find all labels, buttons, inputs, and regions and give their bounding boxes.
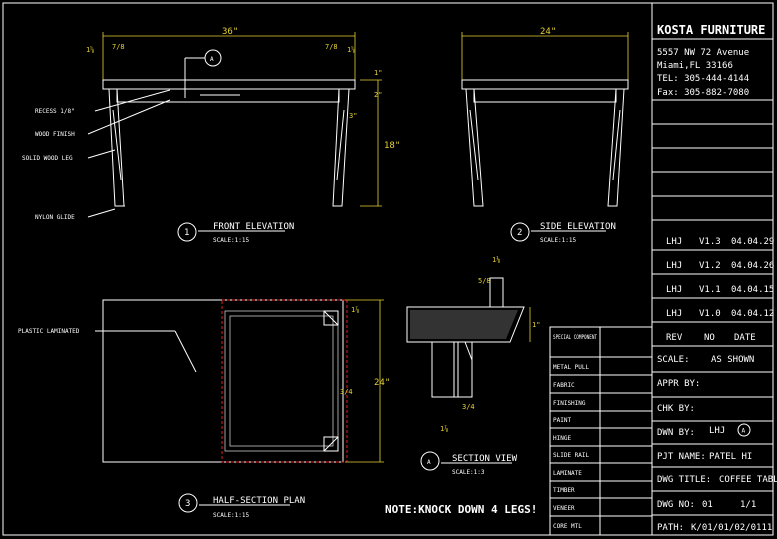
material-item: CORE MTL — [553, 523, 582, 530]
front-width-dim: 36" — [222, 27, 238, 37]
drawer-mark: A — [742, 428, 746, 435]
cad-drawing: KOSTA FURNITURE 5557 NW 72 Avenue Miami,… — [2, 2, 777, 536]
svg-text:1⅝: 1⅝ — [86, 46, 94, 54]
rev-date: 04.04.29 — [731, 237, 774, 247]
label-wood-finish: WOOD FINISH — [35, 131, 75, 138]
front-h3-dim: 3" — [349, 112, 357, 120]
section-view: 1" 1⅛ 5/8 3/4 1⅞ A SECTION VIEW SCALE:1:… — [406, 255, 540, 476]
svg-text:1⅝: 1⅝ — [347, 46, 355, 54]
company-name: KOSTA FURNITURE — [657, 23, 765, 37]
rev-ver: V1.0 — [699, 309, 721, 319]
front-elevation: 36" 1⅝ 7/8 7/8 1⅝ 18" 1" 2" 3" A RECESS … — [22, 27, 400, 244]
rev-by: LHJ — [666, 237, 682, 247]
front-h2-dim: 2" — [374, 91, 382, 99]
section-thickness-dim: 1" — [532, 321, 540, 329]
material-item: SLIDE RAIL — [553, 452, 590, 459]
material-item: FABRIC — [553, 382, 575, 389]
side-elevation: 24" 2 SIDE ELEVATION SCALE:1:15 — [461, 27, 629, 244]
rev-header-no: NO — [704, 333, 715, 343]
rev-by: LHJ — [666, 285, 682, 295]
title-value: COFFEE TABLE — [719, 475, 777, 485]
appr-label: APPR BY: — [657, 379, 700, 389]
front-h1-dim: 1" — [374, 69, 382, 77]
side-table-top — [461, 79, 629, 90]
material-item: LAMINATE — [553, 470, 582, 477]
company-address-2: Miami,FL 33166 — [657, 61, 733, 71]
material-item: PAINT — [553, 417, 571, 424]
sheet-value: 1/1 — [740, 500, 756, 510]
material-item: VENEER — [553, 505, 575, 512]
section-callout: A — [210, 56, 214, 63]
svg-text:3/4: 3/4 — [462, 403, 475, 411]
material-item: METAL PULL — [553, 364, 590, 371]
scale-label: SCALE: — [657, 355, 690, 365]
plan-view-number: 3 — [185, 499, 190, 509]
plan-depth-dim: 24" — [374, 378, 390, 388]
path-label: PATH: — [657, 523, 684, 533]
half-section-plan: 24" 1⅞ 3/4 PLASTIC LAMINATED 3 HALF-SECT… — [18, 299, 390, 519]
rev-by: LHJ — [666, 309, 682, 319]
svg-text:7/8: 7/8 — [325, 43, 338, 51]
company-fax: Fax: 305-882-7080 — [657, 88, 749, 98]
scale-value: AS SHOWN — [711, 355, 754, 365]
plan-label: PLASTIC LAMINATED — [18, 328, 80, 335]
section-view-scale: SCALE:1:3 — [452, 469, 485, 476]
dwn-value: LHJ — [709, 426, 725, 436]
path-value: K/01/01/02/0111 — [691, 523, 772, 533]
dwn-label: DWN BY: — [657, 428, 695, 438]
svg-text:1⅛: 1⅛ — [492, 255, 500, 264]
rev-ver: V1.3 — [699, 237, 721, 247]
title-label: DWG TITLE: — [657, 475, 711, 485]
material-item: HINGE — [553, 435, 571, 442]
side-apron — [473, 88, 617, 103]
plan-outline — [102, 299, 344, 463]
label-recess: RECESS 1/8" — [35, 108, 75, 115]
chk-label: CHK BY: — [657, 404, 695, 414]
rev-header-date: DATE — [734, 333, 756, 343]
front-height-dim: 18" — [384, 141, 400, 151]
revision-table: LHJ V1.3 04.04.29 LHJ V1.2 04.04.26 LHJ … — [652, 237, 774, 347]
svg-text:5/8: 5/8 — [478, 277, 491, 285]
pjt-label: PJT NAME: — [657, 452, 706, 462]
front-view-scale: SCALE:1:15 — [213, 237, 250, 244]
company-tel: TEL: 305-444-4144 — [657, 74, 749, 84]
label-leg: SOLID WOOD LEG — [22, 155, 73, 162]
title-block: KOSTA FURNITURE 5557 NW 72 Avenue Miami,… — [652, 23, 777, 533]
leg-right — [332, 88, 350, 207]
rev-ver: V1.1 — [699, 285, 721, 295]
rev-date: 04.04.12 — [731, 309, 774, 319]
rev-ver: V1.2 — [699, 261, 721, 271]
rev-header-rev: REV — [666, 333, 683, 343]
rev-by: LHJ — [666, 261, 682, 271]
label-glide: NYLON GLIDE — [35, 214, 75, 221]
side-view-scale: SCALE:1:15 — [540, 237, 577, 244]
drawing-note: NOTE:KNOCK DOWN 4 LEGS! — [385, 503, 537, 516]
svg-text:1⅞: 1⅞ — [351, 306, 359, 314]
dwg-no-value: 01 — [702, 500, 713, 510]
svg-text:1⅞: 1⅞ — [440, 425, 448, 433]
rev-date: 04.04.26 — [731, 261, 774, 271]
pjt-value: PATEL HI — [709, 452, 752, 462]
side-width-dim: 24" — [540, 27, 556, 37]
section-mark: A — [427, 459, 431, 466]
material-item: FINISHING — [553, 400, 586, 407]
materials-table: SPECIAL COMPONENT METAL PULL FABRIC FINI… — [549, 326, 653, 536]
rev-date: 04.04.15 — [731, 285, 774, 295]
dwg-no-label: DWG NO: — [657, 500, 695, 510]
svg-text:3/4: 3/4 — [340, 388, 353, 396]
section-cut-line — [221, 299, 348, 463]
side-view-number: 2 — [517, 228, 522, 238]
svg-text:7/8: 7/8 — [112, 43, 125, 51]
material-item: TIMBER — [553, 487, 575, 494]
plan-view-scale: SCALE:1:15 — [213, 512, 250, 519]
front-view-number: 1 — [184, 228, 189, 238]
company-address-1: 5557 NW 72 Avenue — [657, 48, 749, 58]
material-item: SPECIAL COMPONENT — [553, 334, 597, 341]
table-top — [102, 79, 356, 90]
